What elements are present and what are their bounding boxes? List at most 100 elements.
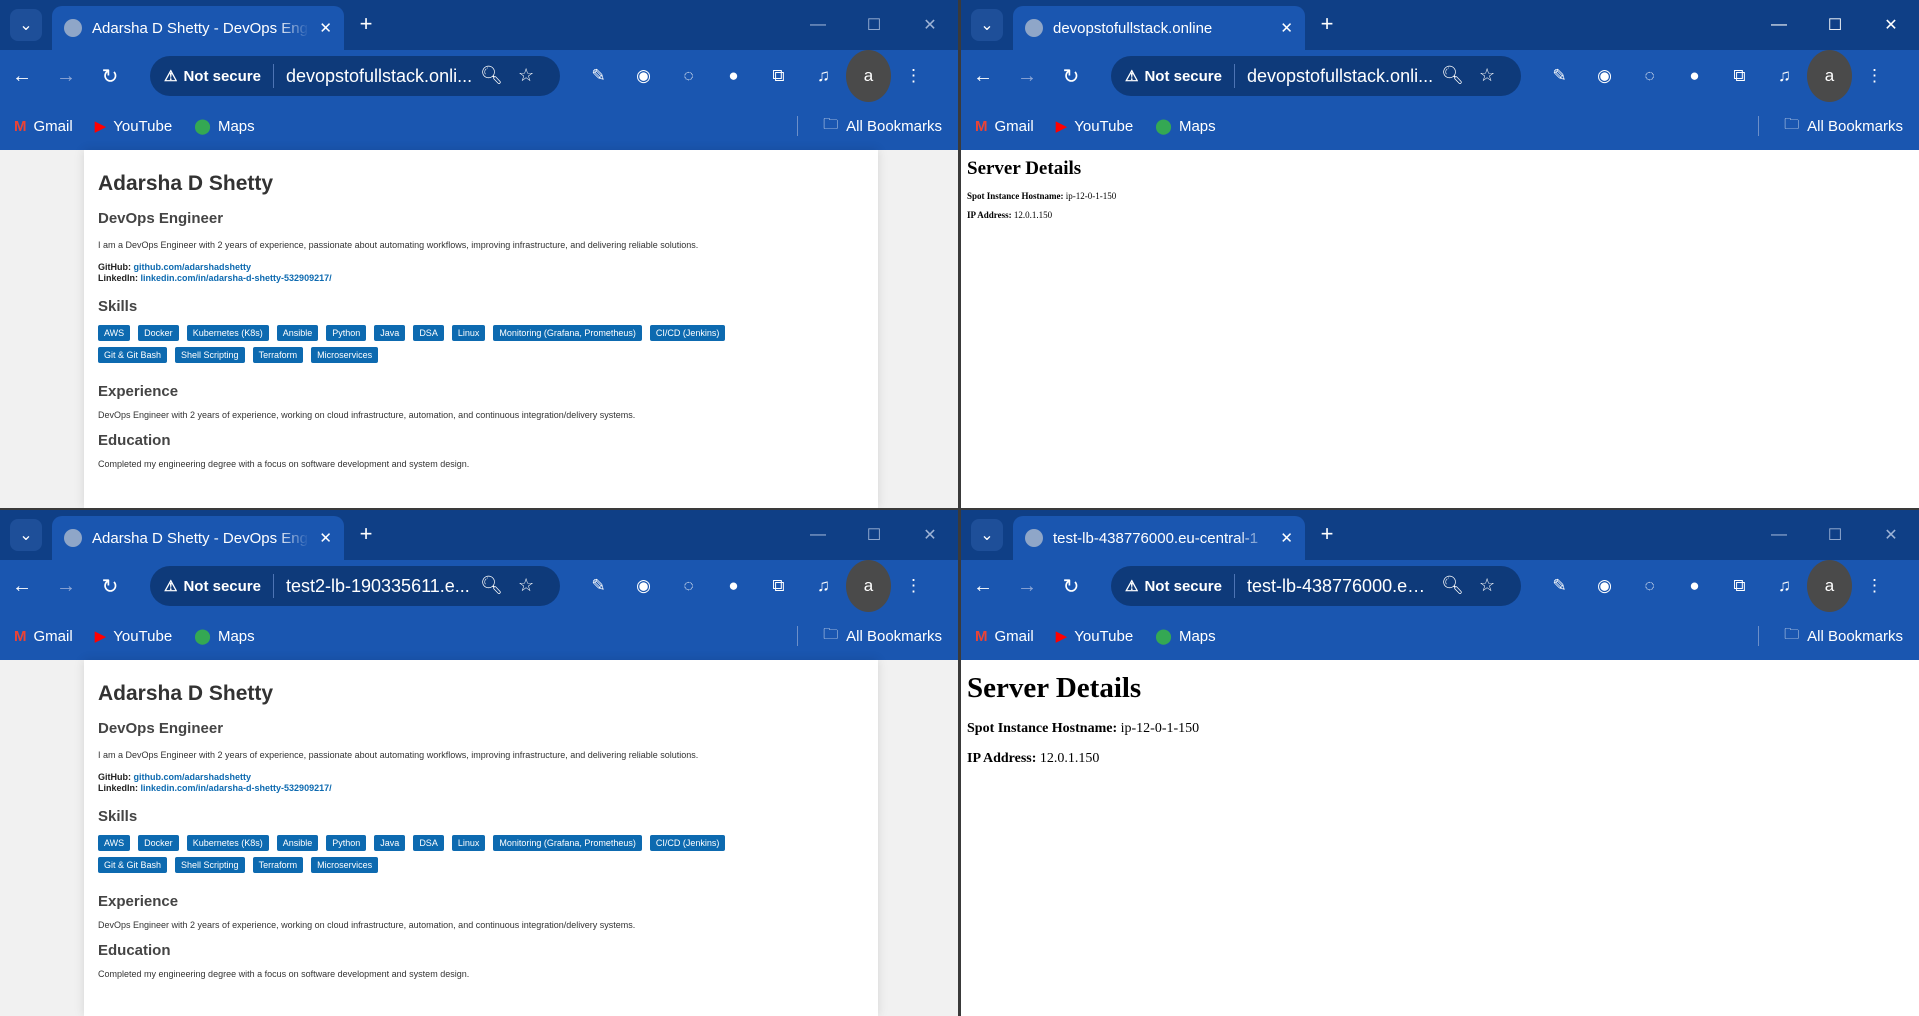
puzzle-icon[interactable]: ⧉: [1717, 50, 1762, 102]
linkedin-link[interactable]: linkedin.com/in/adarsha-d-shetty-5329092…: [141, 273, 332, 283]
minimize-icon[interactable]: —: [1751, 510, 1807, 560]
media-icon[interactable]: ♫: [801, 560, 846, 612]
tab-search-button[interactable]: ⌄: [971, 9, 1003, 41]
maximize-icon[interactable]: ☐: [846, 0, 902, 50]
menu-icon[interactable]: ⋮: [891, 560, 936, 612]
not-secure-badge[interactable]: ⚠ Not secure: [164, 574, 274, 598]
not-secure-badge[interactable]: ⚠ Not secure: [1125, 64, 1235, 88]
extension-icon[interactable]: ◉: [621, 560, 666, 612]
url-text[interactable]: test-lb-438776000.eu-...: [1235, 576, 1435, 597]
back-button[interactable]: ←: [961, 50, 1005, 102]
minimize-icon[interactable]: —: [1751, 0, 1807, 50]
extension-icon[interactable]: ◌: [666, 560, 711, 612]
minimize-icon[interactable]: —: [790, 0, 846, 50]
bookmark-maps[interactable]: ⬤ Maps: [1155, 117, 1215, 136]
extension-icon[interactable]: ◌: [1627, 560, 1672, 612]
all-bookmarks-button[interactable]: 🗀 All Bookmarks: [823, 612, 942, 660]
all-bookmarks-button[interactable]: 🗀 All Bookmarks: [823, 102, 942, 150]
zoom-icon[interactable]: 🔍︎: [480, 65, 503, 86]
github-link[interactable]: github.com/adarshadshetty: [134, 772, 252, 782]
new-tab-button[interactable]: +: [354, 11, 378, 37]
bookmark-youtube[interactable]: ▶ YouTube: [95, 117, 173, 136]
bookmark-maps[interactable]: ⬤ Maps: [1155, 627, 1215, 646]
bookmark-maps[interactable]: ⬤ Maps: [194, 627, 254, 646]
star-icon[interactable]: ☆: [518, 575, 534, 596]
extension-icon[interactable]: ◉: [1582, 50, 1627, 102]
bookmark-gmail[interactable]: M Gmail: [975, 628, 1034, 645]
puzzle-icon[interactable]: ⧉: [756, 560, 801, 612]
extension-icon[interactable]: ●: [1672, 560, 1717, 612]
extension-icon[interactable]: ◉: [1582, 560, 1627, 612]
menu-icon[interactable]: ⋮: [891, 50, 936, 102]
url-text[interactable]: test2-lb-190335611.e...: [274, 576, 474, 597]
tab-active[interactable]: Adarsha D Shetty - DevOps Eng ✕: [52, 6, 344, 50]
maximize-icon[interactable]: ☐: [846, 510, 902, 560]
puzzle-icon[interactable]: ⧉: [1717, 560, 1762, 612]
extension-icon[interactable]: ●: [711, 50, 756, 102]
tab-active[interactable]: Adarsha D Shetty - DevOps Eng ✕: [52, 516, 344, 560]
forward-button[interactable]: →: [44, 560, 88, 612]
tab-search-button[interactable]: ⌄: [971, 519, 1003, 551]
media-icon[interactable]: ♫: [1762, 50, 1807, 102]
forward-button[interactable]: →: [44, 50, 88, 102]
back-button[interactable]: ←: [961, 560, 1005, 612]
bookmark-youtube[interactable]: ▶ YouTube: [95, 627, 173, 646]
not-secure-badge[interactable]: ⚠ Not secure: [164, 64, 274, 88]
address-bar[interactable]: ⚠ Not secure devopstofullstack.onli... 🔍︎…: [1111, 56, 1521, 96]
pen-extension-icon[interactable]: ✎: [576, 560, 621, 612]
reload-button[interactable]: ↻: [88, 50, 132, 102]
zoom-icon[interactable]: 🔍︎: [1441, 575, 1464, 596]
puzzle-icon[interactable]: ⧉: [756, 50, 801, 102]
minimize-icon[interactable]: —: [790, 510, 846, 560]
close-icon[interactable]: ✕: [319, 19, 332, 37]
forward-button[interactable]: →: [1005, 560, 1049, 612]
back-button[interactable]: ←: [0, 50, 44, 102]
close-window-icon[interactable]: ✕: [902, 0, 958, 50]
profile-button[interactable]: a: [846, 50, 891, 102]
github-link[interactable]: github.com/adarshadshetty: [134, 262, 252, 272]
close-icon[interactable]: ✕: [1280, 19, 1293, 37]
pen-extension-icon[interactable]: ✎: [1537, 560, 1582, 612]
bookmark-gmail[interactable]: M Gmail: [14, 628, 73, 645]
address-bar[interactable]: ⚠ Not secure devopstofullstack.onli... 🔍︎…: [150, 56, 560, 96]
close-window-icon[interactable]: ✕: [1863, 510, 1919, 560]
close-icon[interactable]: ✕: [1280, 529, 1293, 547]
star-icon[interactable]: ☆: [1479, 65, 1495, 86]
new-tab-button[interactable]: +: [1315, 11, 1339, 37]
forward-button[interactable]: →: [1005, 50, 1049, 102]
address-bar[interactable]: ⚠ Not secure test2-lb-190335611.e... 🔍︎ ☆: [150, 566, 560, 606]
menu-icon[interactable]: ⋮: [1852, 560, 1897, 612]
bookmark-gmail[interactable]: M Gmail: [975, 118, 1034, 135]
zoom-icon[interactable]: 🔍︎: [480, 575, 503, 596]
menu-icon[interactable]: ⋮: [1852, 50, 1897, 102]
star-icon[interactable]: ☆: [1479, 575, 1495, 596]
close-window-icon[interactable]: ✕: [1863, 0, 1919, 50]
extension-icon[interactable]: ●: [711, 560, 756, 612]
all-bookmarks-button[interactable]: 🗀 All Bookmarks: [1784, 102, 1903, 150]
close-window-icon[interactable]: ✕: [902, 510, 958, 560]
pen-extension-icon[interactable]: ✎: [1537, 50, 1582, 102]
all-bookmarks-button[interactable]: 🗀 All Bookmarks: [1784, 612, 1903, 660]
profile-button[interactable]: a: [1807, 50, 1852, 102]
media-icon[interactable]: ♫: [801, 50, 846, 102]
new-tab-button[interactable]: +: [354, 521, 378, 547]
reload-button[interactable]: ↻: [88, 560, 132, 612]
bookmark-youtube[interactable]: ▶ YouTube: [1056, 117, 1134, 136]
extension-icon[interactable]: ◌: [1627, 50, 1672, 102]
tab-search-button[interactable]: ⌄: [10, 519, 42, 551]
media-icon[interactable]: ♫: [1762, 560, 1807, 612]
not-secure-badge[interactable]: ⚠ Not secure: [1125, 574, 1235, 598]
pen-extension-icon[interactable]: ✎: [576, 50, 621, 102]
url-text[interactable]: devopstofullstack.onli...: [274, 66, 474, 87]
back-button[interactable]: ←: [0, 560, 44, 612]
bookmark-maps[interactable]: ⬤ Maps: [194, 117, 254, 136]
tab-active[interactable]: test-lb-438776000.eu-central-1 ✕: [1013, 516, 1305, 560]
extension-icon[interactable]: ◉: [621, 50, 666, 102]
maximize-icon[interactable]: ☐: [1807, 0, 1863, 50]
tab-active[interactable]: devopstofullstack.online ✕: [1013, 6, 1305, 50]
zoom-icon[interactable]: 🔍︎: [1441, 65, 1464, 86]
address-bar[interactable]: ⚠ Not secure test-lb-438776000.eu-... 🔍︎ …: [1111, 566, 1521, 606]
profile-button[interactable]: a: [1807, 560, 1852, 612]
profile-button[interactable]: a: [846, 560, 891, 612]
extension-icon[interactable]: ◌: [666, 50, 711, 102]
